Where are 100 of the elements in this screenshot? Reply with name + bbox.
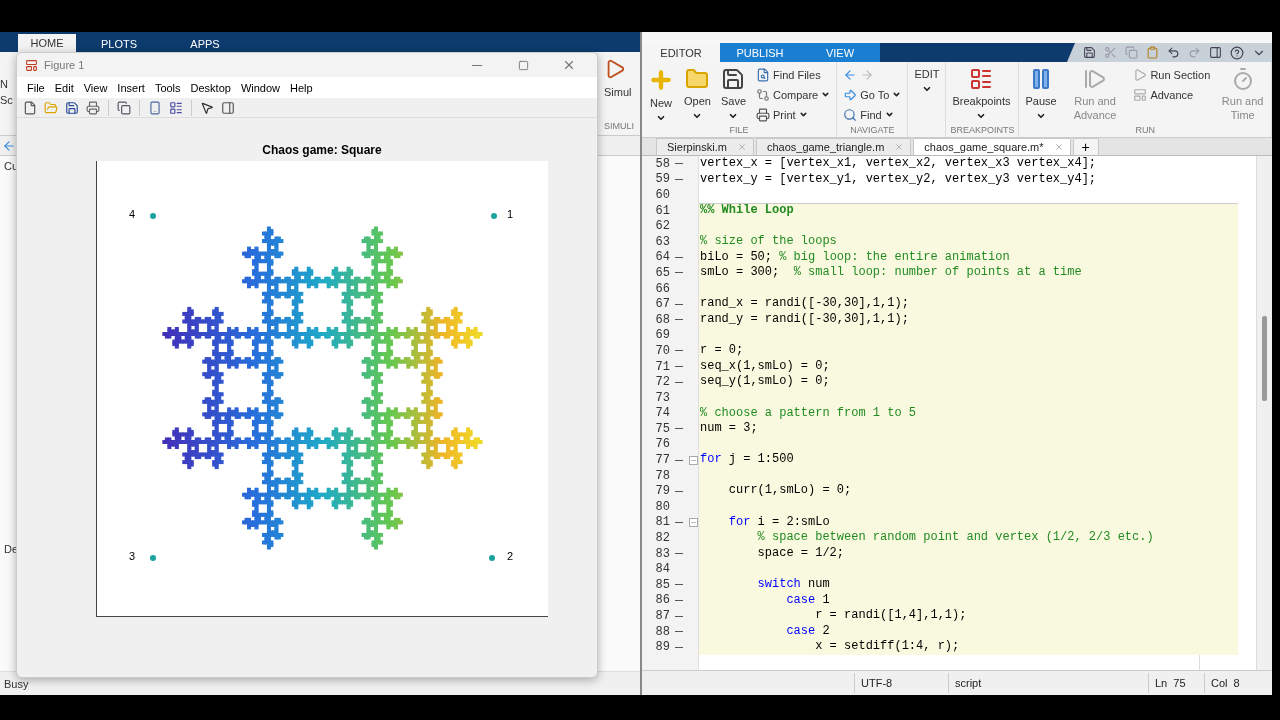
ribbon-tab[interactable]: PUBLISH: [720, 43, 800, 62]
line-number: 64: [654, 250, 670, 265]
breakpoint-dash[interactable]: [675, 163, 683, 165]
column-status: Col 8: [1204, 673, 1264, 693]
ribbon-label: N: [0, 78, 9, 90]
breakpoint-dash[interactable]: [675, 584, 683, 586]
ribbon-button[interactable]: Pause: [1023, 65, 1059, 125]
line-number: 65: [654, 265, 670, 280]
encoding-status: UTF-8: [854, 673, 948, 693]
menu-item[interactable]: Edit: [50, 79, 78, 96]
caret-icon: [884, 110, 894, 119]
save-icon: [721, 67, 746, 91]
vertex-dot: [150, 213, 156, 219]
breakpoint-dash[interactable]: [675, 646, 683, 648]
window-icon[interactable]: [1209, 46, 1222, 59]
minimize-icon: [472, 64, 482, 66]
line-number: 85: [654, 577, 670, 592]
menu-item[interactable]: Help: [286, 79, 317, 96]
ribbon-button[interactable]: Find: [841, 105, 904, 124]
simulink-button[interactable]: Simul: [604, 58, 632, 98]
caret-icon: [1036, 111, 1047, 121]
breakpoint-dash[interactable]: [675, 615, 683, 617]
breakpoint-dash[interactable]: [675, 256, 683, 258]
file-tab[interactable]: chaos_game_square.m*: [913, 138, 1071, 155]
line-number: 84: [654, 562, 670, 577]
menu-item[interactable]: File: [23, 79, 49, 96]
breakpoint-dash[interactable]: [675, 178, 683, 180]
ribbon-button[interactable]: Run Section: [1131, 65, 1213, 84]
breakpoints-icon: [969, 67, 994, 91]
line-status: Ln 75: [1148, 673, 1204, 693]
caret-icon: [692, 111, 703, 121]
caret-icon: [892, 90, 902, 99]
breakpoint-dash[interactable]: [675, 428, 683, 430]
ribbon-button[interactable]: New: [646, 65, 676, 125]
line-number: 71: [654, 359, 670, 374]
breakpoint-dash[interactable]: [675, 599, 683, 601]
breakpoint-dash[interactable]: [675, 459, 683, 461]
line-number: 58: [654, 156, 670, 171]
ribbon-tab[interactable]: APPS: [162, 35, 248, 52]
ribbon-tab[interactable]: PLOTS: [76, 35, 162, 52]
line-number: 80: [654, 499, 670, 514]
ribbon-button[interactable]: Advance: [1131, 85, 1213, 104]
advance-icon: [1133, 87, 1148, 102]
save-icon[interactable]: [1083, 46, 1096, 59]
ribbon-button[interactable]: Find Files: [754, 65, 833, 84]
ribbon-button[interactable]: Go To: [841, 85, 904, 104]
breakpoint-dash[interactable]: [675, 381, 683, 383]
line-number: 87: [654, 609, 670, 623]
undo-icon[interactable]: [1167, 46, 1180, 59]
menu-item[interactable]: Desktop: [186, 79, 235, 96]
back-arrow-icon[interactable]: [843, 67, 858, 82]
caret-icon: [821, 90, 831, 99]
line-number: 70: [654, 343, 670, 358]
ribbon-button[interactable]: EDIT: [912, 65, 942, 135]
line-number: 79: [654, 484, 670, 499]
breakpoint-dash[interactable]: [675, 631, 683, 633]
line-number: 89: [654, 640, 670, 655]
line-number: 61: [654, 203, 670, 218]
menu-item[interactable]: View: [79, 79, 112, 96]
menu-item[interactable]: Insert: [113, 79, 149, 96]
section-label: NAVIGATE: [849, 125, 896, 137]
line-number: 63: [654, 234, 670, 249]
ribbon-tab[interactable]: EDITOR: [642, 43, 720, 62]
menu-item[interactable]: Tools: [150, 79, 185, 96]
line-number: 73: [654, 390, 670, 405]
new-tab-button[interactable]: +: [1072, 138, 1099, 155]
file-type-status: script: [948, 673, 1148, 693]
line-number: 67: [654, 297, 670, 312]
section-label: FILE: [728, 125, 750, 137]
ribbon-button[interactable]: Print: [754, 105, 833, 124]
ribbon-button[interactable]: Compare: [754, 85, 833, 104]
file-tab[interactable]: chaos_game_triangle.m: [755, 138, 912, 155]
ribbon-tab[interactable]: VIEW: [800, 43, 880, 62]
plot-title: Chaos game: Square: [262, 143, 382, 159]
clipboard-icon[interactable]: [1146, 46, 1159, 59]
caret-icon: [798, 110, 808, 119]
ribbon-button[interactable]: Save: [718, 65, 748, 125]
caret-icon: [728, 111, 739, 121]
breakpoint-dash[interactable]: [675, 521, 683, 523]
scrollbar[interactable]: [1256, 156, 1272, 670]
breakpoint-dash[interactable]: [675, 303, 683, 305]
breakpoint-dash[interactable]: [675, 272, 683, 274]
ribbon-button[interactable]: Open: [682, 65, 713, 125]
file-tab[interactable]: Sierpinski.m: [656, 138, 754, 155]
breakpoint-dash[interactable]: [675, 553, 683, 555]
caret-icon: [921, 84, 932, 94]
breakpoint-dash[interactable]: [675, 350, 683, 352]
line-number: 68: [654, 312, 670, 327]
vertex-dot: [150, 555, 156, 561]
print-icon: [756, 107, 770, 122]
ribbon-button[interactable]: Breakpoints: [950, 65, 1013, 125]
line-number: 88: [654, 624, 670, 639]
run-section-icon: [1133, 67, 1148, 82]
ribbon-tab[interactable]: HOME: [18, 34, 76, 52]
help-icon[interactable]: [1230, 45, 1244, 60]
close-icon: [562, 58, 576, 72]
breakpoint-dash[interactable]: [675, 490, 683, 492]
breakpoint-dash[interactable]: [675, 319, 683, 321]
menu-item[interactable]: Window: [236, 79, 285, 96]
line-number: 81: [654, 515, 670, 530]
